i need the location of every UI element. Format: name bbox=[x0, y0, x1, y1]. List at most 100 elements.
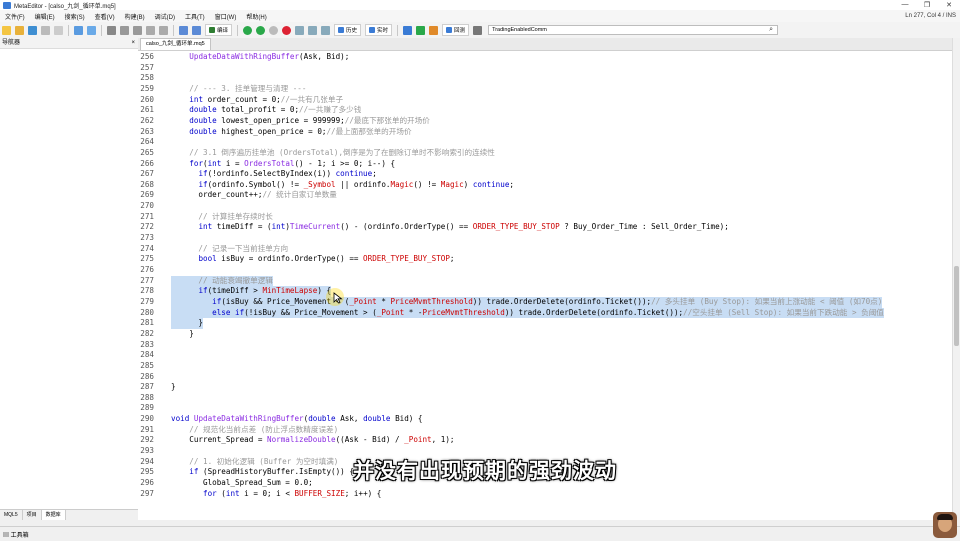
cut-icon[interactable] bbox=[120, 25, 129, 35]
storage-icon[interactable] bbox=[429, 25, 439, 35]
undo-arrow-icon[interactable] bbox=[179, 25, 188, 35]
code-line[interactable]: 290 void UpdateDataWithRingBuffer(double … bbox=[138, 414, 953, 425]
line-text: double total_profit = 0;//一共赚了多少钱 bbox=[189, 105, 362, 115]
menu-view[interactable]: 查看(V) bbox=[90, 12, 120, 21]
code-line[interactable]: 256 UpdateDataWithRingBuffer(Ask, Bid); bbox=[138, 52, 953, 63]
line-number: 264 bbox=[140, 137, 154, 147]
toolbar-search-input[interactable]: TradingEnabledComm ⌕ bbox=[488, 25, 779, 35]
realtime-label: 实时 bbox=[377, 28, 389, 34]
code-line[interactable]: 280 else if(!isBuy && Price_Movement > (… bbox=[138, 307, 953, 319]
window-icon[interactable] bbox=[87, 25, 96, 35]
trade-button[interactable]: 回测 bbox=[442, 24, 470, 36]
code-line[interactable]: 265 // 3.1 倒序遍历挂单池 (OrdersTotal),倒序是为了在删… bbox=[138, 148, 953, 159]
code-line[interactable]: 266 for(int i = OrdersTotal() - 1; i >= … bbox=[138, 159, 953, 170]
paste-icon[interactable] bbox=[107, 25, 116, 35]
code-line[interactable]: 264 bbox=[138, 137, 953, 148]
editor-file-tab[interactable]: calso_九剑_循环单.mq5 bbox=[140, 38, 211, 50]
menu-file[interactable]: 文件(F) bbox=[0, 12, 30, 21]
code-line[interactable]: 272 int timeDiff = (int)TimeCurrent() - … bbox=[138, 222, 953, 233]
menu-window[interactable]: 窗口(W) bbox=[210, 12, 242, 21]
code-line[interactable]: 263 double highest_open_price = 0;//最上面那… bbox=[138, 127, 953, 138]
menu-tools[interactable]: 工具(T) bbox=[180, 12, 210, 21]
code-line[interactable]: 269 order_count++;// 统计自家订单数量 bbox=[138, 190, 953, 201]
line-number: 294 bbox=[140, 456, 154, 466]
redo-arrow-icon[interactable] bbox=[192, 25, 201, 35]
save-all-icon[interactable] bbox=[41, 25, 50, 35]
line-number: 284 bbox=[140, 350, 154, 360]
code-line[interactable]: 259 // --- 3. 挂单管理与清理 --- bbox=[138, 84, 953, 95]
line-number: 278 bbox=[140, 286, 154, 296]
search-icon[interactable]: ⌕ bbox=[769, 26, 777, 34]
history-button[interactable]: 历史 bbox=[334, 24, 362, 36]
code-line[interactable]: 260 int order_count = 0;//一共有几张单子 bbox=[138, 95, 953, 106]
line-number: 289 bbox=[140, 403, 154, 413]
tab-project[interactable]: 项目 bbox=[23, 510, 42, 520]
navigator-tabs: MQL5 项目 数据库 bbox=[0, 509, 138, 520]
code-line[interactable]: 276 bbox=[138, 265, 953, 276]
replace-icon[interactable] bbox=[159, 25, 168, 35]
code-line[interactable]: 286 bbox=[138, 372, 953, 383]
code-line[interactable]: 284 bbox=[138, 350, 953, 361]
open-folder-icon[interactable] bbox=[15, 25, 24, 35]
start-real-debug-icon[interactable] bbox=[256, 25, 266, 35]
community-icon[interactable] bbox=[416, 25, 426, 35]
code-line[interactable]: 282 } bbox=[138, 329, 953, 340]
toolbar-separator bbox=[173, 24, 174, 36]
code-line[interactable]: 288 bbox=[138, 393, 953, 404]
code-line[interactable]: 271 // 计算挂单存续时长 bbox=[138, 212, 953, 223]
toolbox-toggle[interactable]: ▤ 工具箱 bbox=[0, 530, 29, 539]
copy-icon[interactable] bbox=[133, 25, 142, 35]
menu-help[interactable]: 帮助(H) bbox=[241, 12, 271, 21]
code-line[interactable]: 268 if(ordinfo.Symbol() != _Symbol || or… bbox=[138, 180, 953, 191]
scrollbar-thumb[interactable] bbox=[954, 266, 959, 346]
code-line[interactable]: 292 Current_Spread = NormalizeDouble((As… bbox=[138, 435, 953, 446]
realtime-button[interactable]: 实时 bbox=[365, 24, 393, 36]
pause-icon[interactable] bbox=[269, 25, 279, 35]
code-line[interactable]: 270 bbox=[138, 201, 953, 212]
compile-button[interactable]: 编译 bbox=[205, 24, 233, 36]
find-icon[interactable] bbox=[146, 25, 155, 35]
save-icon[interactable] bbox=[28, 25, 37, 35]
maximize-button[interactable]: ❐ bbox=[916, 1, 938, 9]
code-line[interactable]: 297 for (int i = 0; i < BUFFER_SIZE; i++… bbox=[138, 489, 953, 500]
layout-icon[interactable] bbox=[74, 25, 83, 35]
close-button[interactable]: ✕ bbox=[938, 1, 960, 9]
code-line[interactable]: 285 bbox=[138, 361, 953, 372]
profile-icon[interactable] bbox=[403, 25, 413, 35]
code-line[interactable]: 279 if(isBuy && Price_Movement < (_Point… bbox=[138, 296, 953, 308]
step-into-icon[interactable] bbox=[295, 25, 305, 35]
code-line[interactable]: 283 bbox=[138, 340, 953, 351]
search-scope-icon[interactable] bbox=[473, 25, 483, 35]
code-line[interactable]: 281 } bbox=[138, 318, 953, 329]
code-line[interactable]: 287} bbox=[138, 382, 953, 393]
print-icon[interactable] bbox=[54, 25, 63, 35]
minimize-button[interactable]: — bbox=[894, 1, 916, 9]
code-line[interactable]: 274 // 记录一下当前挂单方向 bbox=[138, 244, 953, 255]
new-file-icon[interactable] bbox=[2, 25, 11, 35]
code-line[interactable]: 275 bool isBuy = ordinfo.OrderType() == … bbox=[138, 254, 953, 265]
tab-mql5[interactable]: MQL5 bbox=[0, 510, 23, 520]
menu-debug[interactable]: 调试(D) bbox=[150, 12, 180, 21]
code-line[interactable]: 291 // 规范化当前点差 (防止浮点数精度误差) bbox=[138, 425, 953, 436]
step-out-icon[interactable] bbox=[321, 25, 331, 35]
realtime-icon bbox=[369, 27, 376, 33]
tab-database[interactable]: 数据库 bbox=[41, 510, 66, 520]
code-line[interactable]: 278 if(timeDiff > MinTimeLapse) { bbox=[138, 286, 953, 297]
code-line[interactable]: 273 bbox=[138, 233, 953, 244]
line-number: 296 bbox=[140, 478, 154, 487]
start-debug-icon[interactable] bbox=[243, 25, 253, 35]
code-area[interactable]: 256 UpdateDataWithRingBuffer(Ask, Bid); 2… bbox=[138, 50, 953, 520]
step-over-icon[interactable] bbox=[308, 25, 318, 35]
vertical-scrollbar[interactable] bbox=[952, 38, 960, 520]
menu-edit[interactable]: 编辑(E) bbox=[30, 12, 60, 21]
code-line[interactable]: 262 double lowest_open_price = 999999;//… bbox=[138, 116, 953, 127]
code-line[interactable]: 267 if(!ordinfo.SelectByIndex(i)) contin… bbox=[138, 169, 953, 180]
menu-build[interactable]: 构建(B) bbox=[120, 12, 150, 21]
code-line[interactable]: 277 // 动能衰竭撤单逻辑 bbox=[138, 275, 953, 287]
stop-icon[interactable] bbox=[282, 25, 292, 35]
code-line[interactable]: 257 bbox=[138, 63, 953, 74]
code-line[interactable]: 261 double total_profit = 0;//一共赚了多少钱 bbox=[138, 105, 953, 116]
code-line[interactable]: 289 bbox=[138, 403, 953, 414]
menu-search[interactable]: 搜索(S) bbox=[60, 12, 90, 21]
code-line[interactable]: 258 bbox=[138, 73, 953, 84]
